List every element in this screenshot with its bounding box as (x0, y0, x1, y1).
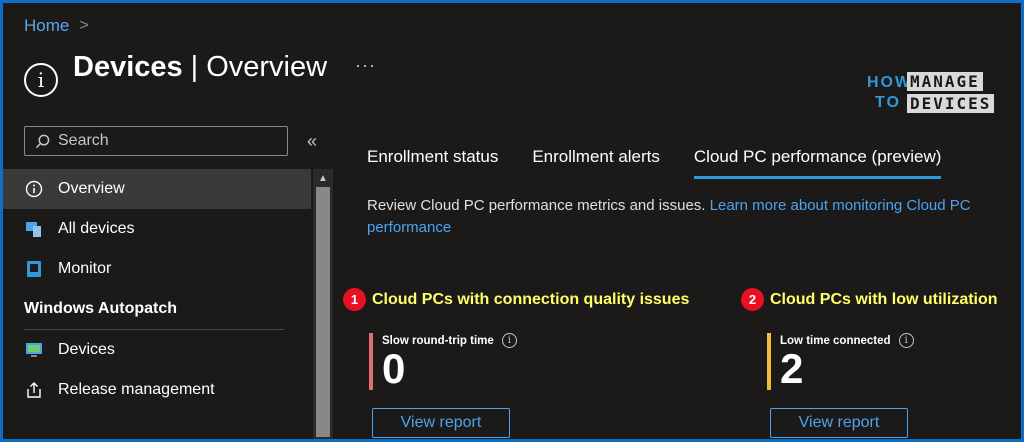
devices-icon (24, 219, 44, 239)
number-badge: 2 (741, 288, 764, 311)
sidebar-item-label: Overview (58, 180, 125, 197)
sidebar-item-release-management[interactable]: Release management (3, 370, 311, 410)
view-report-button[interactable]: View report (372, 408, 510, 438)
monitor-icon (24, 259, 44, 279)
breadcrumb-home-link[interactable]: Home (24, 16, 69, 36)
description-text: Review Cloud PC performance metrics and … (367, 197, 710, 214)
info-circle-icon: i (24, 63, 58, 97)
portal-frame: Home > i Devices | Overview ··· HOW TO M… (3, 3, 1021, 439)
sidebar-item-label: Monitor (58, 260, 112, 277)
view-report-button[interactable]: View report (770, 408, 908, 438)
scrollbar-thumb[interactable] (316, 187, 330, 437)
card-title: Cloud PCs with low utilization (770, 290, 998, 308)
sidebar: Overview All devices Monitor Windows Aut… (3, 169, 311, 410)
search-placeholder: Search (58, 132, 109, 149)
logo-devices: DEVICES (907, 94, 995, 113)
sidebar-section-windows-autopatch: Windows Autopatch (24, 300, 178, 317)
tab-enrollment-alerts[interactable]: Enrollment alerts (532, 147, 660, 179)
logo-manage: MANAGE (907, 72, 983, 91)
card-title: Cloud PCs with connection quality issues (372, 290, 690, 308)
page-title-subtitle: Overview (206, 51, 328, 83)
howtomanagedevices-logo: HOW TO MANAGE DEVICES (845, 70, 1005, 118)
info-circle-icon (24, 179, 44, 199)
low-utilization-card: 2 Cloud PCs with low utilization Low tim… (741, 288, 998, 438)
card-heading: 2 Cloud PCs with low utilization (741, 288, 998, 311)
tab-enrollment-status[interactable]: Enrollment status (367, 147, 498, 179)
sidebar-item-label: Release management (58, 381, 215, 398)
more-options-button[interactable]: ··· (355, 55, 376, 76)
sidebar-item-autopatch-devices[interactable]: Devices (3, 330, 311, 370)
search-icon (35, 134, 50, 148)
metric-color-bar (369, 333, 373, 390)
breadcrumb: Home > (24, 16, 89, 36)
chevron-right-icon: > (79, 17, 89, 34)
sidebar-item-label: All devices (58, 220, 135, 237)
desktop-icon (24, 340, 44, 360)
sidebar-item-all-devices[interactable]: All devices (3, 209, 311, 249)
metric-color-bar (767, 333, 771, 390)
connection-quality-card: 1 Cloud PCs with connection quality issu… (343, 288, 689, 438)
metric-value: 0 (382, 345, 406, 392)
info-icon[interactable]: i (898, 333, 914, 348)
scroll-up-icon[interactable]: ▲ (318, 173, 328, 184)
page-title-separator: | (190, 51, 199, 83)
number-badge: 1 (343, 288, 366, 311)
card-heading: 1 Cloud PCs with connection quality issu… (343, 288, 689, 311)
sidebar-item-label: Devices (58, 341, 115, 358)
page-title-main: Devices (73, 51, 183, 83)
metric-value: 2 (780, 345, 804, 392)
description: Review Cloud PC performance metrics and … (367, 195, 1017, 239)
collapse-sidebar-button[interactable]: « (307, 131, 317, 152)
logo-to: TO (875, 94, 901, 111)
page-title: Devices | Overview (73, 51, 327, 84)
search-input[interactable]: Search (24, 126, 288, 156)
tab-cloud-pc-performance[interactable]: Cloud PC performance (preview) (693, 147, 942, 179)
upload-icon (24, 380, 44, 400)
tab-bar: Enrollment status Enrollment alerts Clou… (367, 147, 942, 179)
sidebar-scrollbar[interactable]: ▲ (313, 169, 333, 439)
info-icon[interactable]: i (501, 333, 517, 348)
sidebar-item-overview[interactable]: Overview (3, 169, 311, 209)
logo-how: HOW (867, 74, 913, 91)
sidebar-item-monitor[interactable]: Monitor (3, 249, 311, 289)
